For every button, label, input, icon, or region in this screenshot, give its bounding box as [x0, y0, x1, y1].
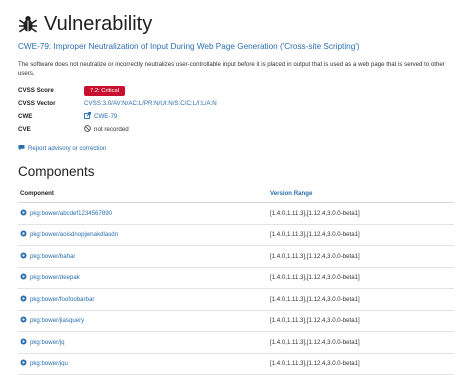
table-row: pkg:bower/deepak [1.4.0,1.11.3],[1.12.4,…	[18, 267, 454, 289]
component-link[interactable]: pkg:bower/jiasquery	[20, 316, 84, 325]
package-icon	[20, 230, 27, 239]
cve-value: not recorded	[94, 126, 129, 133]
package-icon	[20, 316, 27, 325]
component-link[interactable]: pkg:bower/bahar	[20, 252, 75, 261]
comment-icon	[18, 144, 25, 153]
component-name: pkg:bower/foofoobarbar	[30, 295, 95, 303]
version-range: [1.4.0,1.11.3],[1.12.4,3.0.0-beta1]	[268, 245, 454, 268]
cwe-value: CWE-79	[94, 113, 118, 120]
vulnerability-description: The software does not neutralize or inco…	[18, 61, 445, 77]
component-link[interactable]: pkg:bower/jqu	[20, 359, 68, 368]
cvss-score-label: CVSS Score	[18, 87, 54, 94]
package-icon	[20, 209, 27, 218]
component-name: pkg:bower/abcdef1234567890	[30, 209, 112, 217]
page-title: Vulnerability	[44, 12, 153, 35]
package-icon	[20, 252, 27, 261]
cvss-vector-link[interactable]: CVSS:3.0/AV:N/AC:L/PR:N/UI:N/S:C/C:L/I:L…	[84, 100, 217, 107]
cvss-score-row: CVSS Score 7.2: Critical	[18, 84, 450, 97]
version-range: [1.4.0,1.11.3],[1.12.4,3.0.0-beta1]	[268, 202, 454, 225]
version-range: [1.4.0,1.11.3],[1.12.4,3.0.0-beta1]	[268, 288, 454, 311]
report-advisory-link[interactable]: Report advisory or correction	[18, 144, 450, 153]
component-link[interactable]: pkg:bower/jq	[20, 338, 65, 347]
components-body: pkg:bower/abcdef1234567890 [1.4.0,1.11.3…	[18, 202, 454, 375]
component-name: pkg:bower/aoisdnopjwnakdlasdn	[30, 231, 119, 239]
version-range-column-header[interactable]: Version Range	[268, 184, 454, 203]
external-link-icon	[84, 112, 91, 121]
table-row: pkg:bower/bahar [1.4.0,1.11.3],[1.12.4,3…	[18, 245, 454, 268]
components-heading: Components	[18, 164, 95, 179]
page-subtitle: CWE-79: Improper Neutralization of Input…	[18, 42, 360, 51]
table-row: pkg:bower/jiasquery [1.4.0,1.11.3],[1.12…	[18, 310, 454, 332]
table-row: pkg:bower/aoisdnopjwnakdlasdn [1.4.0,1.1…	[18, 224, 454, 246]
component-name: pkg:bower/deepak	[30, 274, 80, 282]
vulnerability-page: Vulnerability CWE-79: Improper Neutraliz…	[0, 0, 466, 375]
cwe-link[interactable]: CWE-79	[84, 112, 117, 121]
package-icon	[20, 273, 27, 282]
cve-label: CVE	[18, 126, 31, 133]
version-range: [1.4.0,1.11.3],[1.12.4,3.0.0-beta1]	[268, 331, 454, 354]
properties-list: CVSS Score 7.2: Critical CVSS Vector CVS…	[18, 84, 450, 136]
component-link[interactable]: pkg:bower/foofoobarbar	[20, 295, 94, 304]
cvss-score-badge: 7.2: Critical	[84, 85, 125, 96]
package-icon	[20, 295, 27, 304]
package-icon	[20, 338, 27, 347]
block-icon	[84, 125, 91, 134]
cve-row: CVE not recorded	[18, 123, 450, 136]
page-header: Vulnerability	[18, 10, 450, 38]
components-table: Component Version Range pkg:bower/abcdef…	[18, 184, 454, 375]
cvss-vector-row: CVSS Vector CVSS:3.0/AV:N/AC:L/PR:N/UI:N…	[18, 97, 450, 110]
component-link[interactable]: pkg:bower/aoisdnopjwnakdlasdn	[20, 230, 118, 239]
components-header-row: Component Version Range	[18, 184, 454, 203]
table-row: pkg:bower/jq [1.4.0,1.11.3],[1.12.4,3.0.…	[18, 331, 454, 354]
component-link[interactable]: pkg:bower/deepak	[20, 273, 80, 282]
version-range: [1.4.0,1.11.3],[1.12.4,3.0.0-beta1]	[268, 310, 454, 332]
cvss-vector-label: CVSS Vector	[18, 100, 56, 107]
component-name: pkg:bower/jq	[30, 338, 65, 346]
report-advisory-label: Report advisory or correction	[28, 145, 107, 152]
component-name: pkg:bower/bahar	[30, 252, 76, 260]
cwe-row: CWE CWE-79	[18, 110, 450, 123]
table-row: pkg:bower/foofoobarbar [1.4.0,1.11.3],[1…	[18, 288, 454, 311]
version-range: [1.4.0,1.11.3],[1.12.4,3.0.0-beta1]	[268, 224, 454, 246]
package-icon	[20, 359, 27, 368]
component-column-header: Component	[18, 184, 268, 203]
component-name: pkg:bower/jqu	[30, 360, 68, 368]
table-row: pkg:bower/abcdef1234567890 [1.4.0,1.11.3…	[18, 202, 454, 225]
component-link[interactable]: pkg:bower/abcdef1234567890	[20, 209, 112, 218]
version-range: [1.4.0,1.11.3],[1.12.4,3.0.0-beta1]	[268, 353, 454, 375]
cwe-label: CWE	[18, 113, 33, 120]
component-name: pkg:bower/jiasquery	[30, 317, 85, 325]
table-row: pkg:bower/jqu [1.4.0,1.11.3],[1.12.4,3.0…	[18, 353, 454, 375]
bug-icon	[18, 14, 38, 34]
version-range: [1.4.0,1.11.3],[1.12.4,3.0.0-beta1]	[268, 267, 454, 289]
